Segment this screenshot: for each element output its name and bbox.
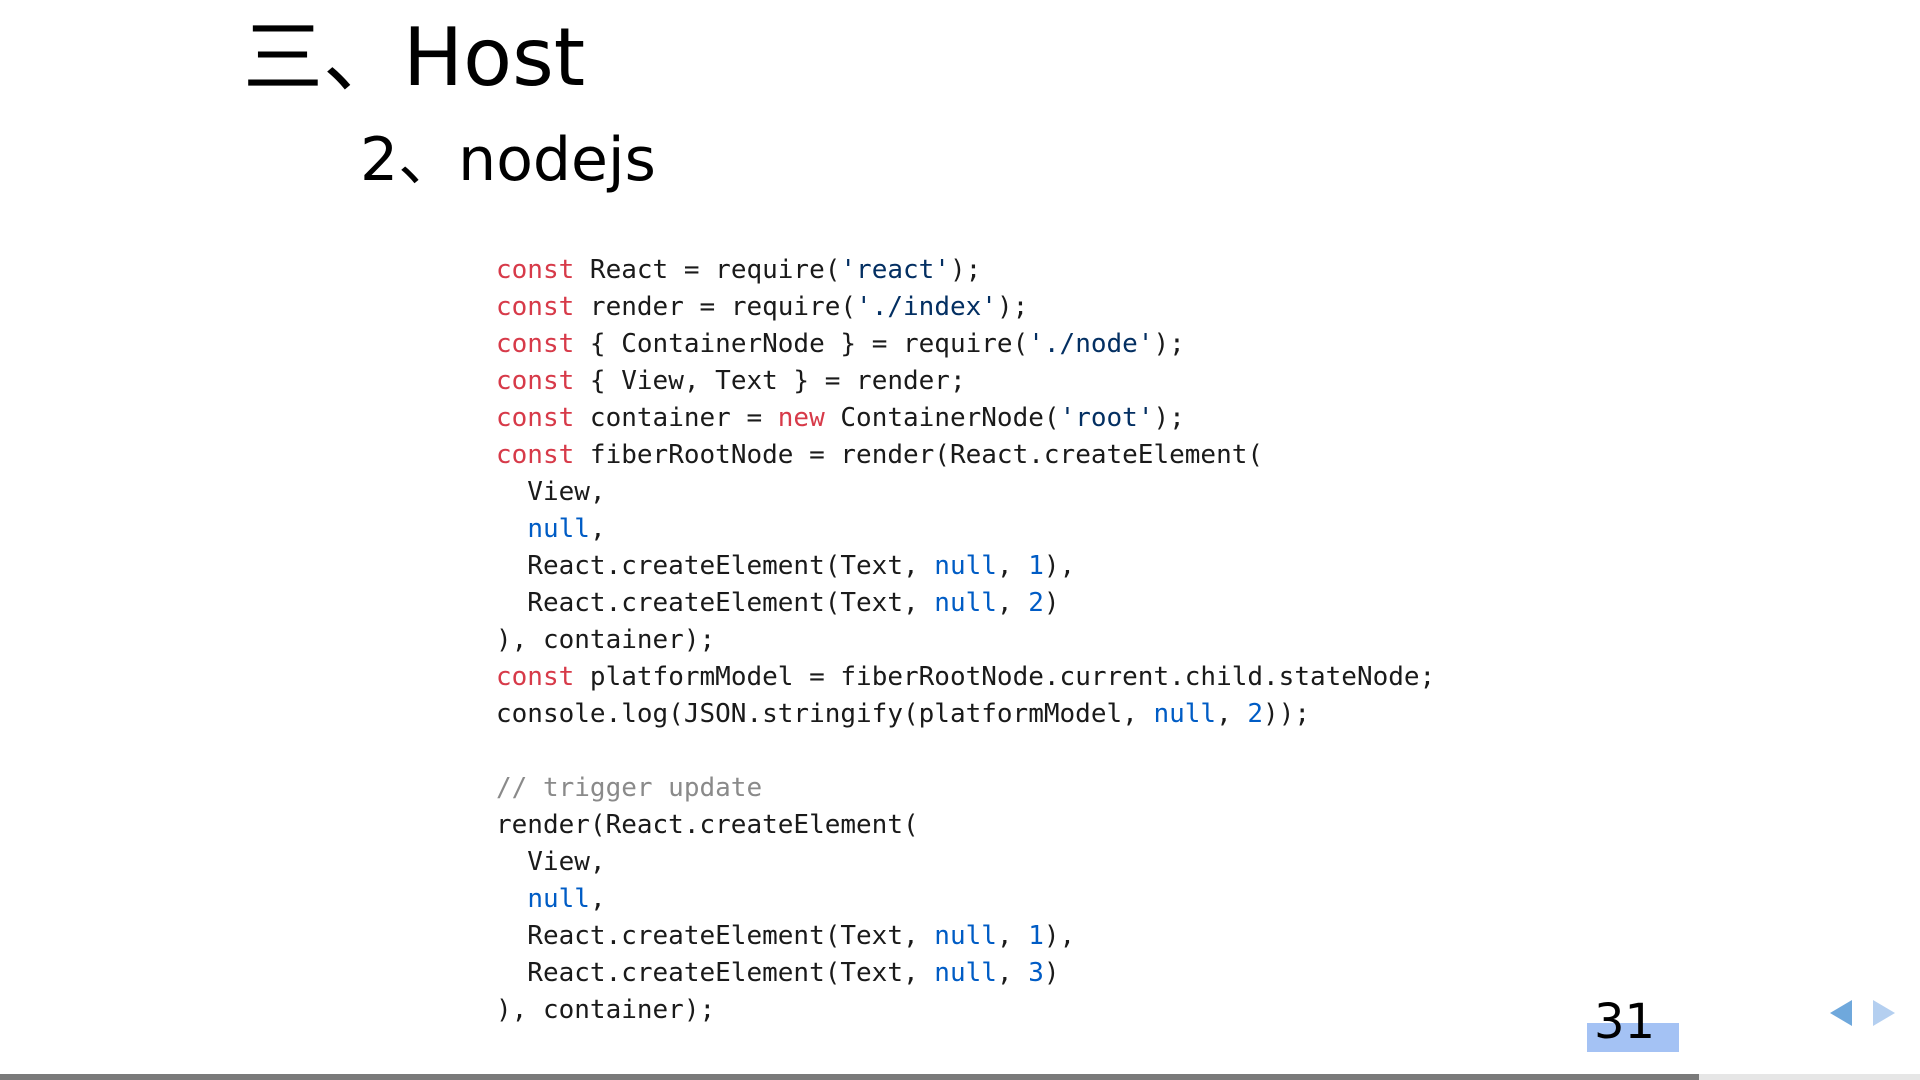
code-token: , xyxy=(1216,699,1248,729)
code-token: React.createElement(Text, xyxy=(496,958,935,988)
code-line: const render = require('./index'); xyxy=(496,289,1435,326)
code-token: const xyxy=(496,329,575,359)
code-token: 2 xyxy=(1028,588,1044,618)
code-token: React.createElement(Text, xyxy=(496,921,935,951)
code-token: ); xyxy=(949,255,982,285)
code-token: ContainerNode( xyxy=(824,403,1060,433)
progress-bar xyxy=(0,1074,1920,1080)
code-token: fiberRootNode = render(React.createEleme… xyxy=(574,440,1264,470)
code-token: , xyxy=(589,884,606,914)
code-token: , xyxy=(996,958,1029,988)
code-line: ), container); xyxy=(496,622,1435,659)
code-token: , xyxy=(996,551,1029,581)
code-line: React.createElement(Text, null, 3) xyxy=(496,955,1435,992)
code-token: , xyxy=(589,514,606,544)
code-token: , xyxy=(996,921,1029,951)
next-slide-icon[interactable] xyxy=(1873,1000,1895,1026)
code-token: new xyxy=(777,403,825,433)
code-token: { ContainerNode } = require( xyxy=(574,329,1029,359)
code-line: const { ContainerNode } = require('./nod… xyxy=(496,326,1435,363)
slide: 三、Host 2、nodejs const React = require('r… xyxy=(0,0,1920,1080)
code-line: render(React.createElement( xyxy=(496,807,1435,844)
code-token: 2 xyxy=(1247,699,1264,729)
code-token: 'react' xyxy=(840,255,950,285)
slide-subtitle: 2、nodejs xyxy=(360,125,656,195)
code-token: 1 xyxy=(1028,551,1044,581)
code-line: const platformModel = fiberRootNode.curr… xyxy=(496,659,1435,696)
page-number: 31 xyxy=(1594,994,1656,1050)
code-line: React.createElement(Text, null, 2) xyxy=(496,585,1435,622)
code-token: , xyxy=(996,588,1029,618)
code-token: container = xyxy=(574,403,778,433)
code-token: View, xyxy=(496,477,606,507)
code-token: render = require( xyxy=(574,292,857,322)
code-line: ), container); xyxy=(496,992,1435,1029)
code-token: ) xyxy=(1043,588,1060,618)
code-token: console.log(JSON.stringify(platformModel… xyxy=(496,699,1154,729)
code-line: View, xyxy=(496,474,1435,511)
code-token: React = require( xyxy=(574,255,841,285)
code-token: ); xyxy=(1153,329,1185,359)
code-line: const container = new ContainerNode('roo… xyxy=(496,400,1435,437)
code-line: View, xyxy=(496,844,1435,881)
code-token: null xyxy=(934,588,997,618)
code-token: null xyxy=(527,514,590,544)
code-token: { View, Text } = render; xyxy=(574,366,966,396)
progress-bar-fill xyxy=(0,1074,1700,1080)
code-token: null xyxy=(934,551,997,581)
code-line: const fiberRootNode = render(React.creat… xyxy=(496,437,1435,474)
code-token: const xyxy=(496,403,575,433)
code-token: const xyxy=(496,292,575,322)
code-token: const xyxy=(496,366,575,396)
code-token: React.createElement(Text, xyxy=(496,551,935,581)
code-token: render(React.createElement( xyxy=(496,810,919,840)
code-token: platformModel = fiberRootNode.current.ch… xyxy=(574,662,1436,692)
code-line: null, xyxy=(496,881,1435,918)
code-token: )); xyxy=(1263,699,1311,729)
code-token: ), xyxy=(1043,921,1076,951)
code-token: ), container); xyxy=(496,995,716,1025)
code-line: React.createElement(Text, null, 1), xyxy=(496,548,1435,585)
code-token: null xyxy=(934,921,997,951)
code-token: ); xyxy=(996,292,1029,322)
code-token: null xyxy=(934,958,997,988)
previous-slide-icon[interactable] xyxy=(1830,1000,1852,1026)
code-token: const xyxy=(496,440,575,470)
code-token: null xyxy=(527,884,590,914)
code-token: const xyxy=(496,255,575,285)
code-token: 'root' xyxy=(1059,403,1154,433)
code-line: const { View, Text } = render; xyxy=(496,363,1435,400)
code-token: ), xyxy=(1043,551,1076,581)
code-line: null, xyxy=(496,511,1435,548)
code-line: // trigger update xyxy=(496,770,1435,807)
code-token: // trigger update xyxy=(496,773,763,803)
code-token: ) xyxy=(1043,958,1060,988)
code-token: ); xyxy=(1153,403,1185,433)
code-token: React.createElement(Text, xyxy=(496,588,935,618)
code-token: 3 xyxy=(1028,958,1044,988)
code-token: ), container); xyxy=(496,625,716,655)
code-block: const React = require('react'); const ren… xyxy=(496,252,1435,1029)
code-line: const React = require('react'); xyxy=(496,252,1435,289)
code-token: View, xyxy=(496,847,606,877)
code-token: './index' xyxy=(856,292,997,322)
code-line: React.createElement(Text, null, 1), xyxy=(496,918,1435,955)
code-token: './node' xyxy=(1028,329,1154,359)
slide-title: 三、Host xyxy=(243,11,586,104)
code-token: null xyxy=(1153,699,1217,729)
code-line: console.log(JSON.stringify(platformModel… xyxy=(496,696,1435,733)
code-token: 1 xyxy=(1028,921,1044,951)
code-token: const xyxy=(496,662,575,692)
